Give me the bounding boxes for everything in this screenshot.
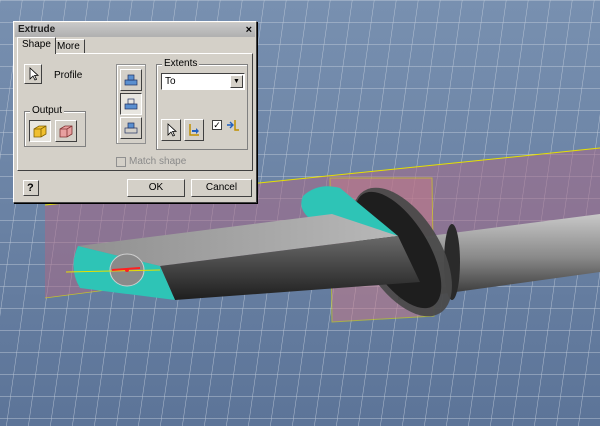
match-shape-label: Match shape: [129, 156, 187, 167]
output-surface-button[interactable]: [55, 120, 77, 142]
ok-button[interactable]: OK: [127, 179, 185, 197]
join-button[interactable]: [120, 69, 142, 91]
cut-icon: [124, 98, 138, 110]
cursor-select-icon: [29, 67, 40, 81]
output-label: Output: [30, 105, 65, 117]
output-group: Output: [24, 105, 86, 147]
intersect-icon: [124, 122, 138, 134]
close-icon[interactable]: ×: [246, 23, 252, 37]
help-icon: ?: [27, 182, 34, 194]
extents-checkbox[interactable]: ✓: [212, 120, 222, 130]
dialog-title: Extrude: [18, 24, 56, 35]
cursor-select-icon: [167, 123, 178, 137]
extrude-dialog: Extrude × Shape More Profile Output Exte…: [13, 21, 257, 203]
shape-panel: Profile Output Extents To ▼ ✓ Match shap…: [17, 53, 253, 171]
flip-direction-button[interactable]: [184, 119, 204, 141]
extents-dropdown[interactable]: To ▼: [161, 73, 245, 90]
intersect-button[interactable]: [120, 117, 142, 139]
surface-icon: [59, 125, 73, 138]
profile-label: Profile: [54, 70, 83, 81]
join-icon: [124, 74, 138, 86]
extents-label: Extents: [162, 58, 200, 70]
profile-button[interactable]: [24, 64, 42, 84]
help-button[interactable]: ?: [23, 180, 39, 196]
title-bar[interactable]: Extrude ×: [15, 23, 255, 37]
match-shape-checkbox[interactable]: [116, 157, 126, 167]
select-terminator-button[interactable]: [161, 119, 181, 141]
tab-more[interactable]: More: [52, 39, 85, 54]
operation-group: [116, 64, 146, 144]
solid-icon: [33, 125, 47, 138]
chevron-down-icon[interactable]: ▼: [230, 75, 243, 88]
direction-arrow-icon: [189, 124, 199, 136]
extents-selected-value: To: [165, 76, 176, 87]
tab-shape[interactable]: Shape: [17, 37, 56, 54]
minimum-solution-icon: [225, 117, 241, 136]
output-solid-button[interactable]: [29, 120, 51, 142]
cancel-button[interactable]: Cancel: [191, 179, 252, 197]
extents-group: Extents To ▼ ✓: [156, 58, 248, 150]
cut-button[interactable]: [120, 93, 142, 115]
